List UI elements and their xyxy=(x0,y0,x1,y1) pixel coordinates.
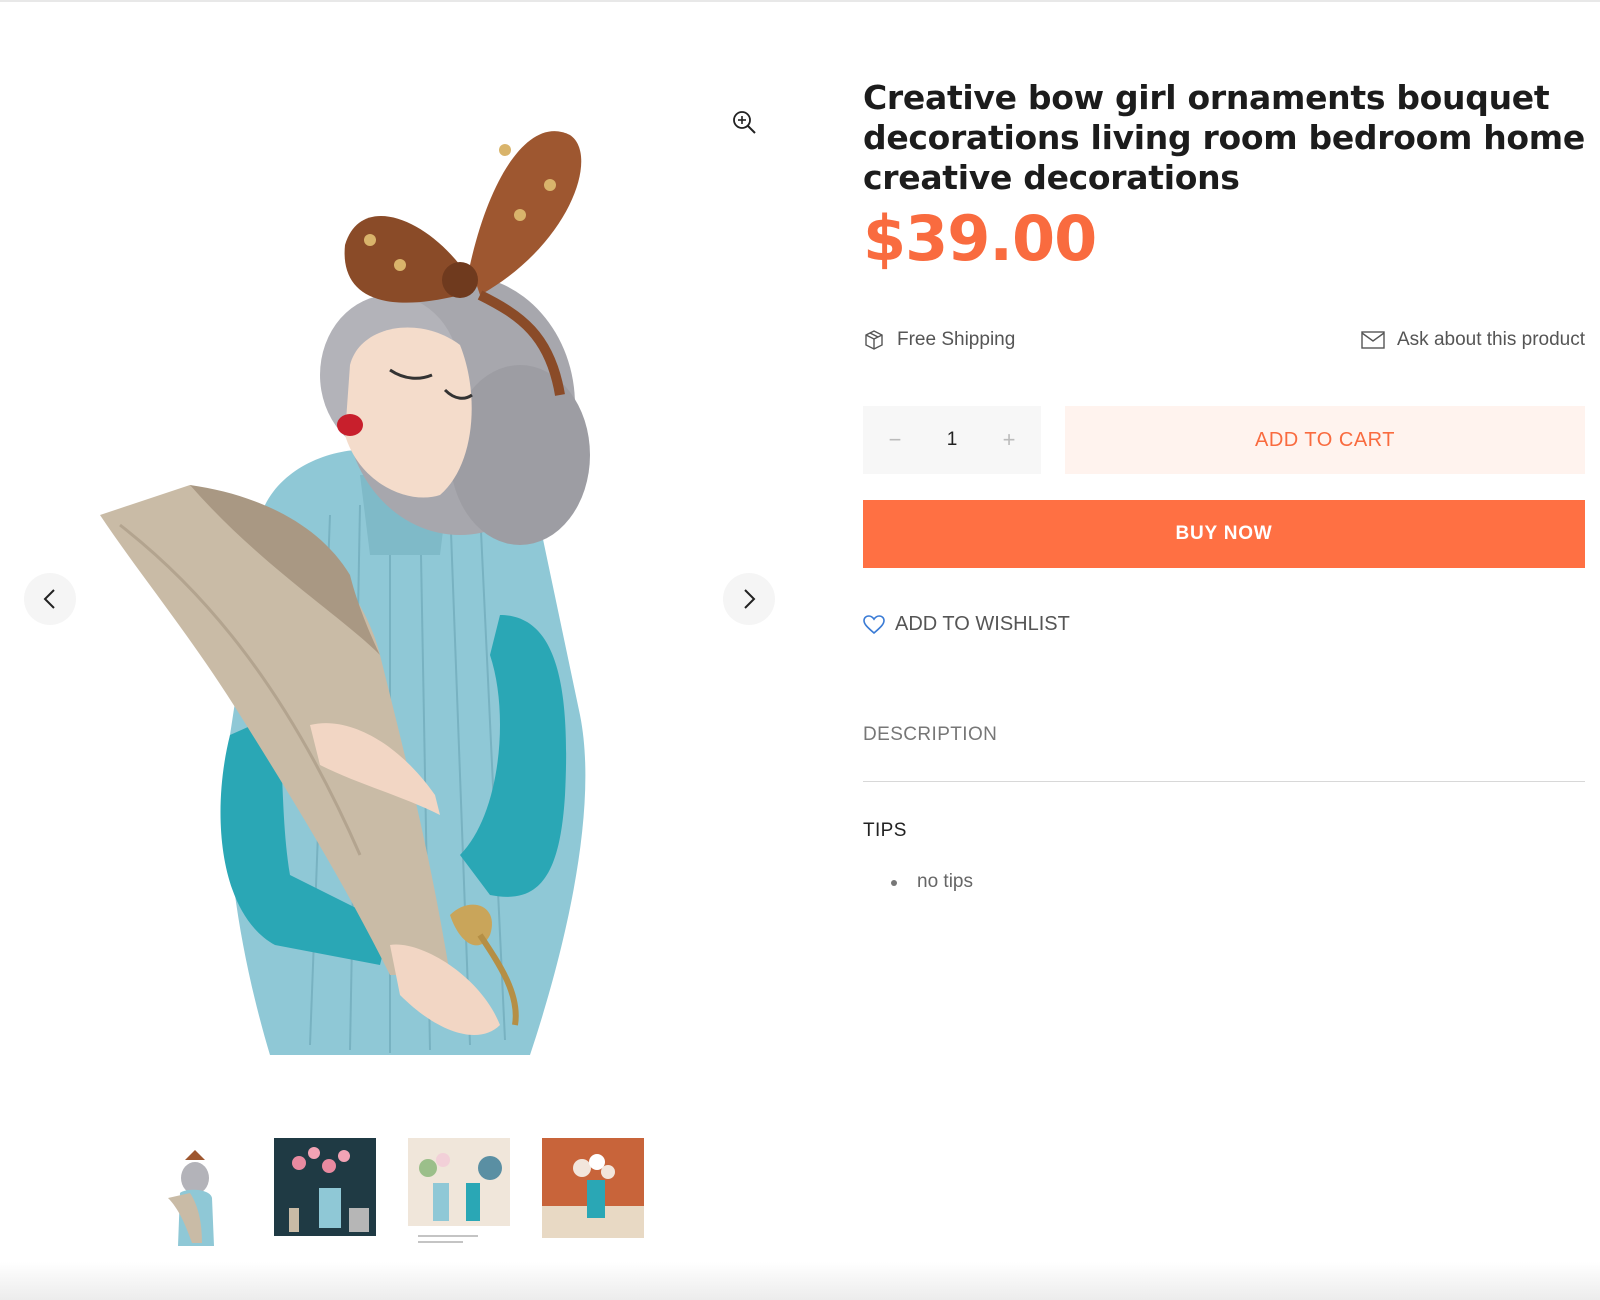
tab-description[interactable]: DESCRIPTION xyxy=(863,724,997,746)
thumbnail-4[interactable] xyxy=(542,1138,644,1250)
product-title: Creative bow girl ornaments bouquet deco… xyxy=(863,78,1585,197)
quantity-increase-button[interactable]: + xyxy=(997,427,1021,453)
main-product-image[interactable] xyxy=(60,95,720,1095)
cart-row: − + ADD TO CART xyxy=(863,406,1585,474)
free-shipping-label: Free Shipping xyxy=(897,329,1016,350)
thumbnail-3[interactable] xyxy=(408,1138,510,1250)
zoom-in-icon xyxy=(733,111,756,134)
chevron-right-icon xyxy=(744,589,756,609)
tips-heading: TIPS xyxy=(863,820,907,841)
product-meta-row: Free Shipping Ask about this product xyxy=(863,325,1585,355)
gallery-prev-button[interactable] xyxy=(24,573,76,625)
quantity-decrease-button[interactable]: − xyxy=(883,427,907,453)
heart-icon xyxy=(863,614,885,634)
quantity-input[interactable] xyxy=(932,429,972,451)
thumbnail-1[interactable] xyxy=(140,1138,242,1250)
add-to-cart-button[interactable]: ADD TO CART xyxy=(1065,406,1585,474)
ask-about-product-link[interactable]: Ask about this product xyxy=(1361,329,1585,351)
zoom-button[interactable] xyxy=(730,108,758,136)
chevron-left-icon xyxy=(43,589,55,609)
product-gallery xyxy=(0,0,790,1300)
add-to-wishlist-label: ADD TO WISHLIST xyxy=(895,613,1070,635)
list-item: no tips xyxy=(891,871,973,892)
envelope-icon xyxy=(1361,331,1385,349)
quantity-stepper: − + xyxy=(863,406,1041,474)
box-icon xyxy=(865,330,883,350)
thumbnail-strip xyxy=(140,1138,644,1250)
add-to-wishlist-link[interactable]: ADD TO WISHLIST xyxy=(863,613,1070,636)
product-info: Creative bow girl ornaments bouquet deco… xyxy=(863,78,1585,892)
description-divider xyxy=(863,781,1585,782)
figurine-illustration xyxy=(100,131,590,1055)
tips-list: no tips xyxy=(891,871,973,893)
free-shipping-info: Free Shipping xyxy=(863,329,1015,351)
bottom-fade xyxy=(0,1262,1600,1300)
gallery-next-button[interactable] xyxy=(723,573,775,625)
thumbnail-2[interactable] xyxy=(274,1138,376,1250)
buy-now-button[interactable]: BUY NOW xyxy=(863,500,1585,568)
product-price: $39.00 xyxy=(863,202,1097,275)
ask-about-product-label: Ask about this product xyxy=(1397,329,1585,350)
